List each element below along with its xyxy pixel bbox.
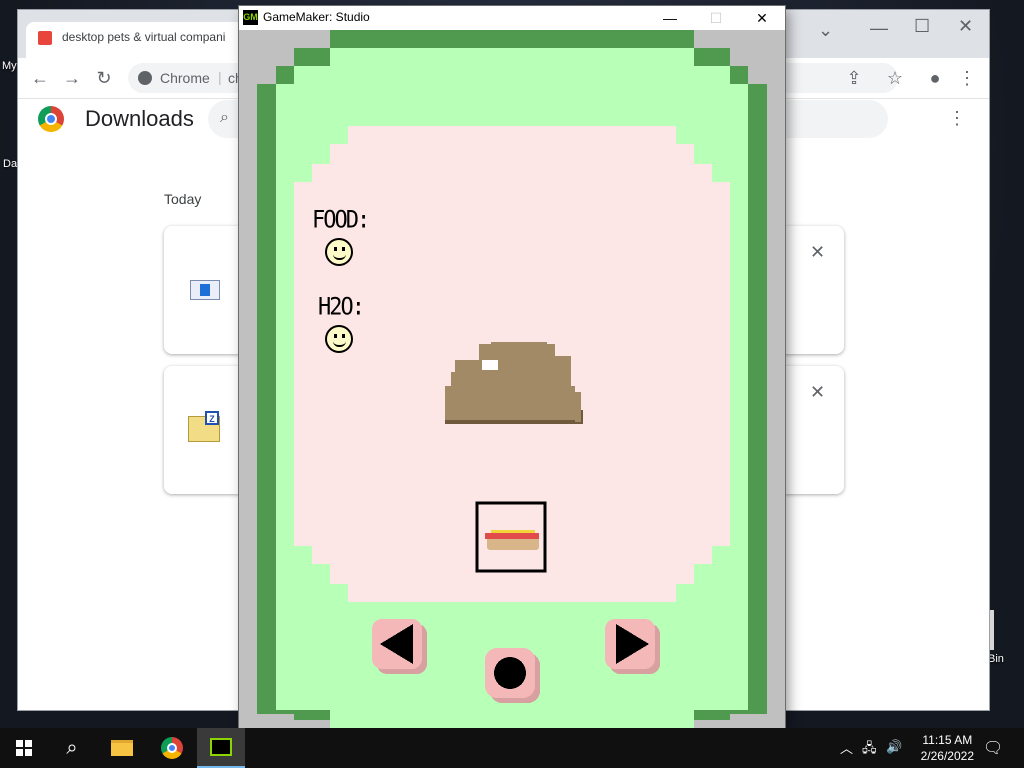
recycle-bin-label[interactable]: Bin	[988, 653, 1004, 665]
chevron-up-icon[interactable]: ︿	[840, 738, 853, 757]
right-arrow-button	[605, 619, 660, 674]
gamemaker-app-icon: GM	[243, 10, 258, 25]
close-icon[interactable]: ✕	[810, 242, 825, 263]
taskbar: ⌕ ︿ 🖧 🔊 11:15 AM 2/26/2022 🗨	[0, 728, 1024, 768]
back-icon[interactable]: ←	[26, 64, 54, 92]
h2o-label: H2O:	[318, 293, 365, 322]
food-label: FOOD:	[312, 206, 370, 235]
close-icon[interactable]: ✕	[958, 16, 973, 37]
gamemaker-window: GM GameMaker: Studio — ☐ ✕ FOOD: H2O:	[239, 6, 785, 728]
menu-icon[interactable]: ⋮	[953, 64, 981, 92]
clock-date: 2/26/2022	[920, 749, 974, 763]
page-title: Downloads	[85, 106, 194, 131]
gamemaker-icon[interactable]	[197, 728, 245, 768]
reload-icon[interactable]: ↻	[90, 64, 118, 92]
chrome-icon[interactable]	[148, 728, 196, 768]
chrome-site-icon	[138, 71, 152, 85]
tamagotchi-device	[257, 30, 767, 728]
h2o-smiley-icon	[325, 325, 353, 353]
notification-icon[interactable]: 🗨	[983, 738, 1003, 758]
store-favicon-icon	[38, 31, 52, 45]
title-bar[interactable]: GM GameMaker: Studio — ☐ ✕	[239, 6, 785, 30]
omnibox-divider: |	[218, 69, 222, 85]
volume-icon[interactable]: 🔊	[886, 739, 902, 755]
desktop-icon-label[interactable]: My	[2, 60, 17, 72]
action-button	[485, 648, 540, 703]
minimize-icon[interactable]: —	[870, 18, 888, 39]
left-arrow-button	[372, 619, 427, 674]
start-icon[interactable]	[0, 728, 48, 768]
desktop-icon-label[interactable]: Da	[3, 158, 17, 170]
maximize-icon[interactable]: ☐	[914, 16, 930, 37]
installer-file-icon	[190, 280, 220, 300]
maximize-icon: ☐	[709, 9, 723, 26]
food-smiley-icon	[325, 238, 353, 266]
system-clock[interactable]: 11:15 AM 2/26/2022	[921, 732, 974, 764]
more-menu-icon[interactable]: ⋮	[948, 108, 966, 129]
zip-folder-icon: Z	[188, 411, 220, 442]
share-icon[interactable]: ⇪	[840, 64, 868, 92]
chrome-logo-icon	[38, 106, 64, 132]
forward-icon[interactable]: →	[58, 64, 86, 92]
section-today: Today	[164, 191, 202, 207]
chrome-tab-title: desktop pets & virtual compani	[62, 30, 226, 44]
star-icon[interactable]: ☆	[881, 64, 909, 92]
game-canvas[interactable]: FOOD: H2O:	[239, 30, 785, 728]
omnibox-prefix: Chrome	[160, 70, 210, 86]
network-icon[interactable]: 🖧	[862, 739, 877, 761]
chrome-tab[interactable]: desktop pets & virtual compani	[26, 22, 246, 58]
clock-time: 11:15 AM	[922, 733, 973, 747]
close-icon[interactable]: ✕	[810, 382, 825, 403]
close-icon[interactable]: ✕	[739, 6, 785, 30]
search-icon: ⌕	[220, 109, 229, 126]
search-icon[interactable]: ⌕	[48, 728, 96, 768]
minimize-icon[interactable]: —	[647, 6, 693, 30]
file-explorer-icon[interactable]	[98, 728, 146, 768]
chevron-down-icon[interactable]: ⌄	[818, 20, 833, 41]
profile-icon[interactable]: ●	[921, 64, 949, 92]
window-title: GameMaker: Studio	[263, 10, 370, 24]
